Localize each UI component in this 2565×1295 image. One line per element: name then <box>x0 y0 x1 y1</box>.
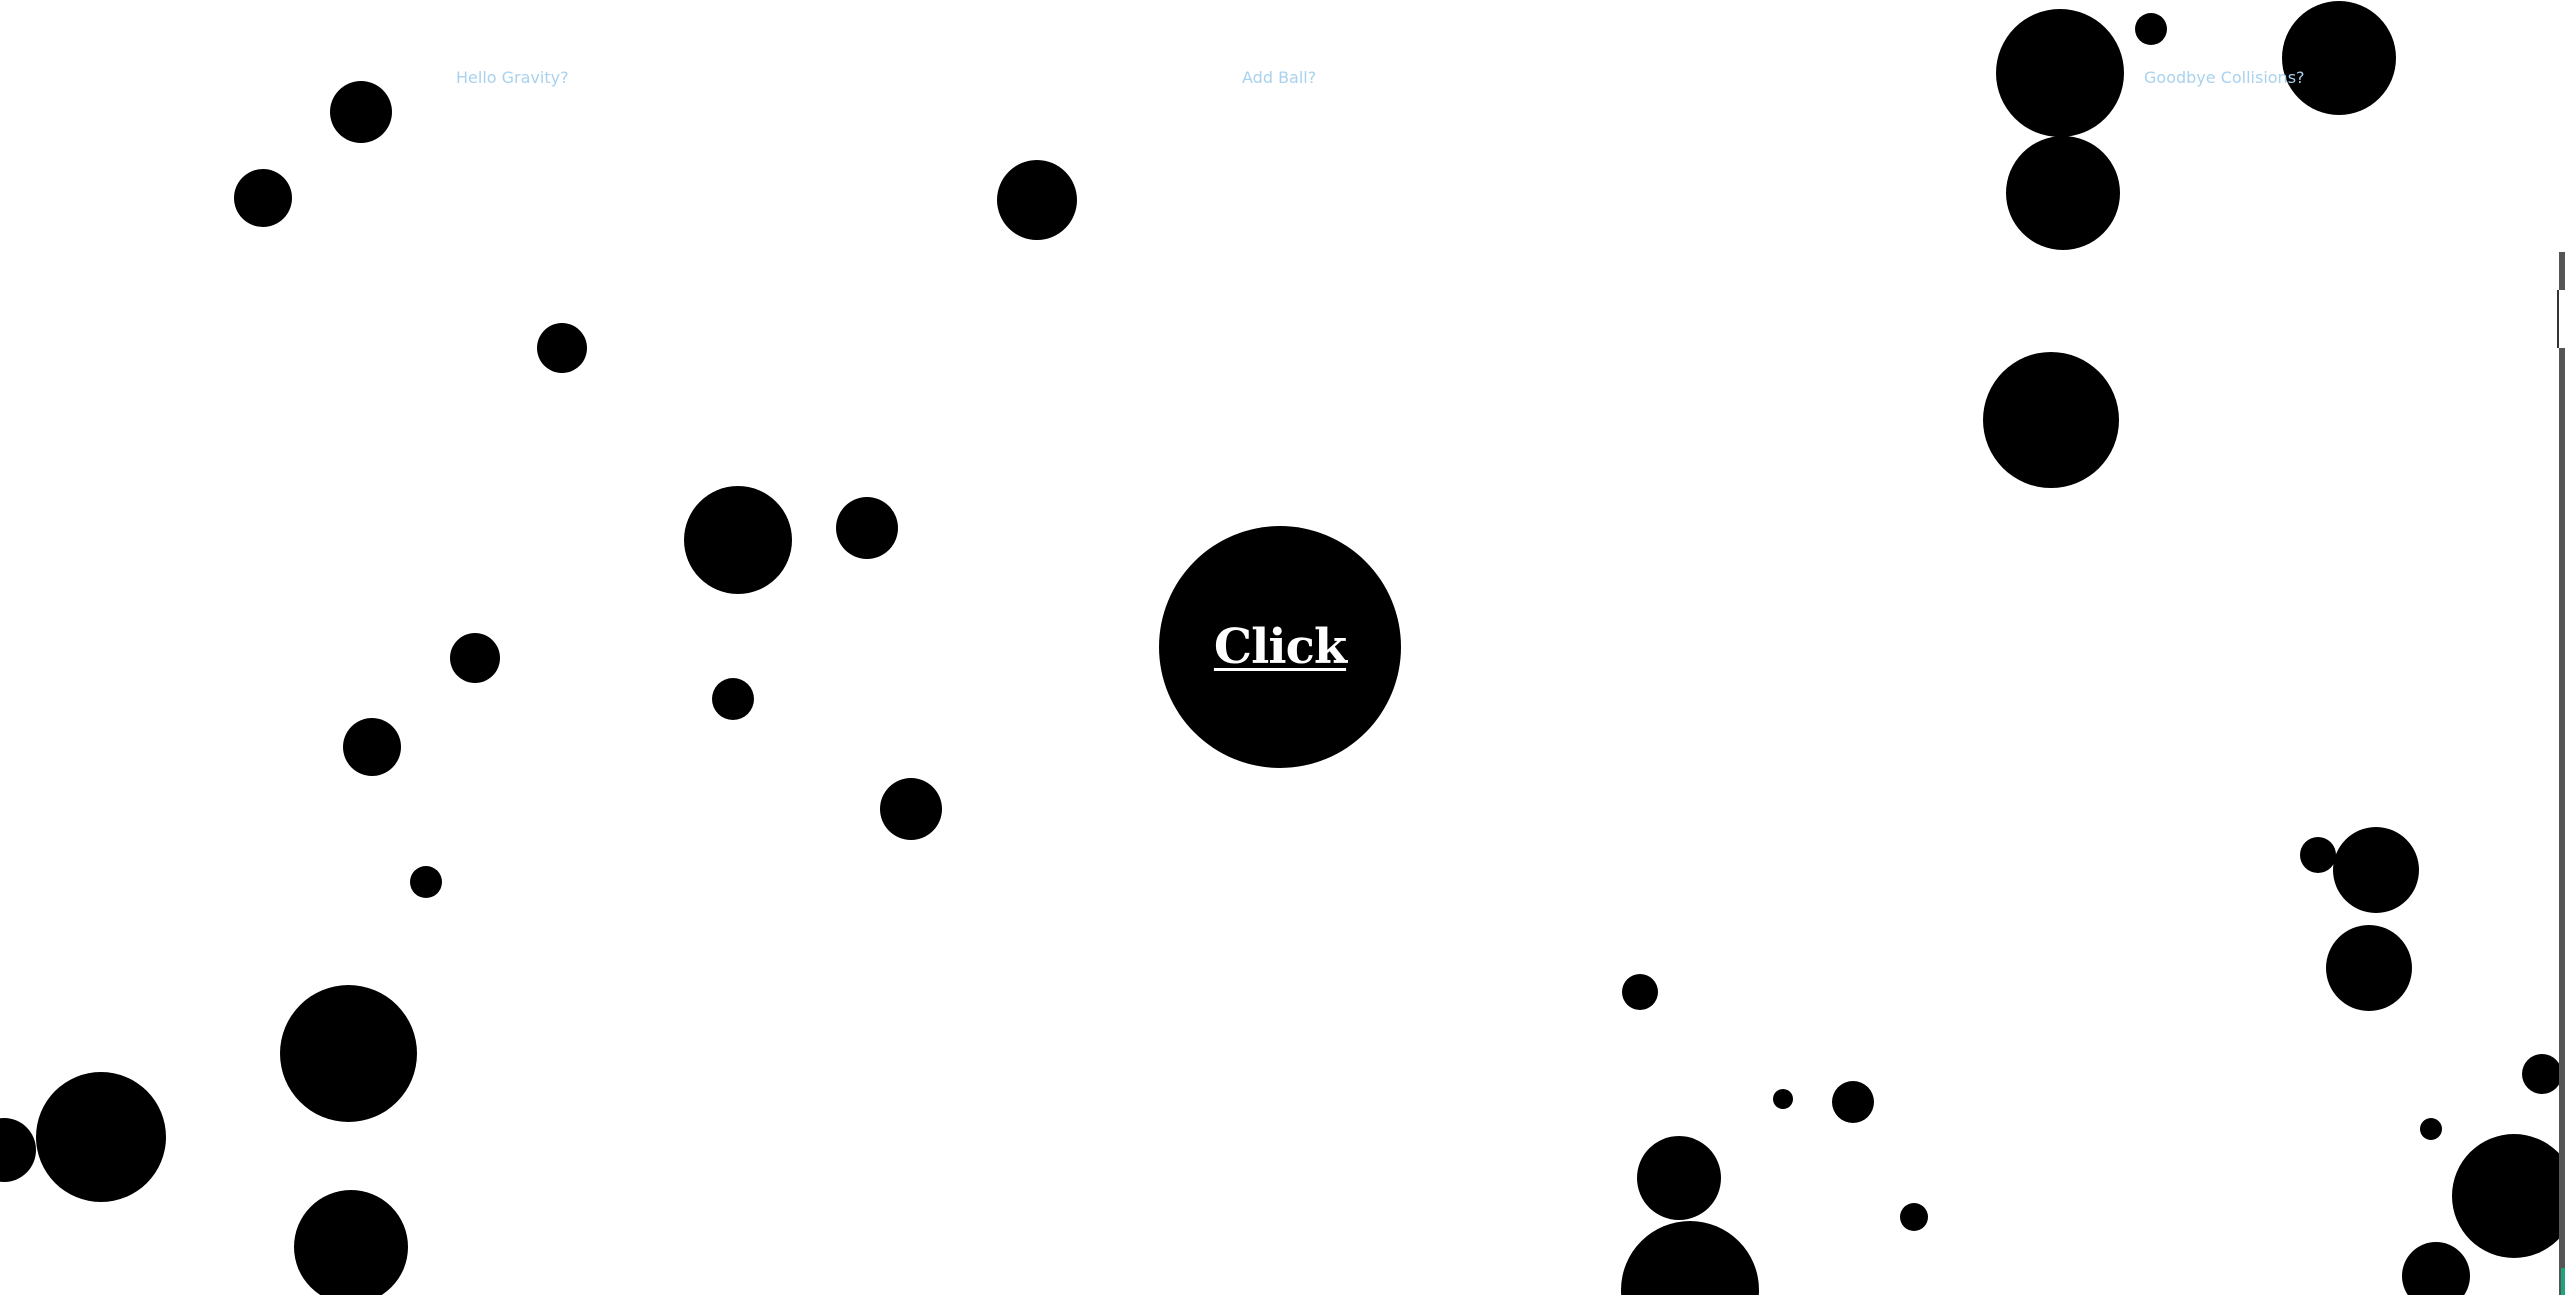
ball <box>1983 352 2119 488</box>
ball <box>450 633 500 683</box>
ball <box>1622 974 1658 1010</box>
ball <box>1832 1081 1874 1123</box>
ball <box>2300 837 2336 873</box>
ball <box>2333 827 2419 913</box>
ball <box>0 1118 36 1182</box>
ball <box>280 985 417 1122</box>
ball <box>1621 1221 1759 1295</box>
ball <box>537 323 587 373</box>
ball <box>234 169 292 227</box>
ball <box>2402 1242 2470 1295</box>
ball <box>684 486 792 594</box>
ball <box>836 497 898 559</box>
ball <box>712 678 754 720</box>
ball <box>997 160 1077 240</box>
ball <box>2452 1134 2565 1258</box>
ball <box>2420 1118 2442 1140</box>
ball <box>1637 1136 1721 1220</box>
ball <box>2282 1 2396 115</box>
add-ball-link[interactable]: Add Ball? <box>1242 68 1316 88</box>
ball <box>2522 1054 2562 1094</box>
scrollbar[interactable] <box>2559 252 2565 1295</box>
ball <box>2006 136 2120 250</box>
ball <box>2326 925 2412 1011</box>
click-button[interactable]: Click <box>1159 526 1401 768</box>
click-label: Click <box>1213 619 1347 675</box>
physics-canvas[interactable]: Hello Gravity? Add Ball? Goodbye Collisi… <box>0 0 2565 1295</box>
ball <box>1773 1089 1793 1109</box>
ball <box>343 718 401 776</box>
ball <box>330 81 392 143</box>
ball <box>36 1072 166 1202</box>
ball <box>1996 9 2124 137</box>
ball <box>880 778 942 840</box>
goodbye-collisions-link[interactable]: Goodbye Collisions? <box>2144 68 2305 88</box>
corner-accent <box>2561 1268 2565 1295</box>
ball <box>2135 13 2167 45</box>
hello-gravity-link[interactable]: Hello Gravity? <box>456 68 569 88</box>
ball <box>294 1190 408 1295</box>
ball <box>410 866 442 898</box>
scrollbar-thumb[interactable] <box>2557 290 2565 348</box>
ball <box>1900 1203 1928 1231</box>
